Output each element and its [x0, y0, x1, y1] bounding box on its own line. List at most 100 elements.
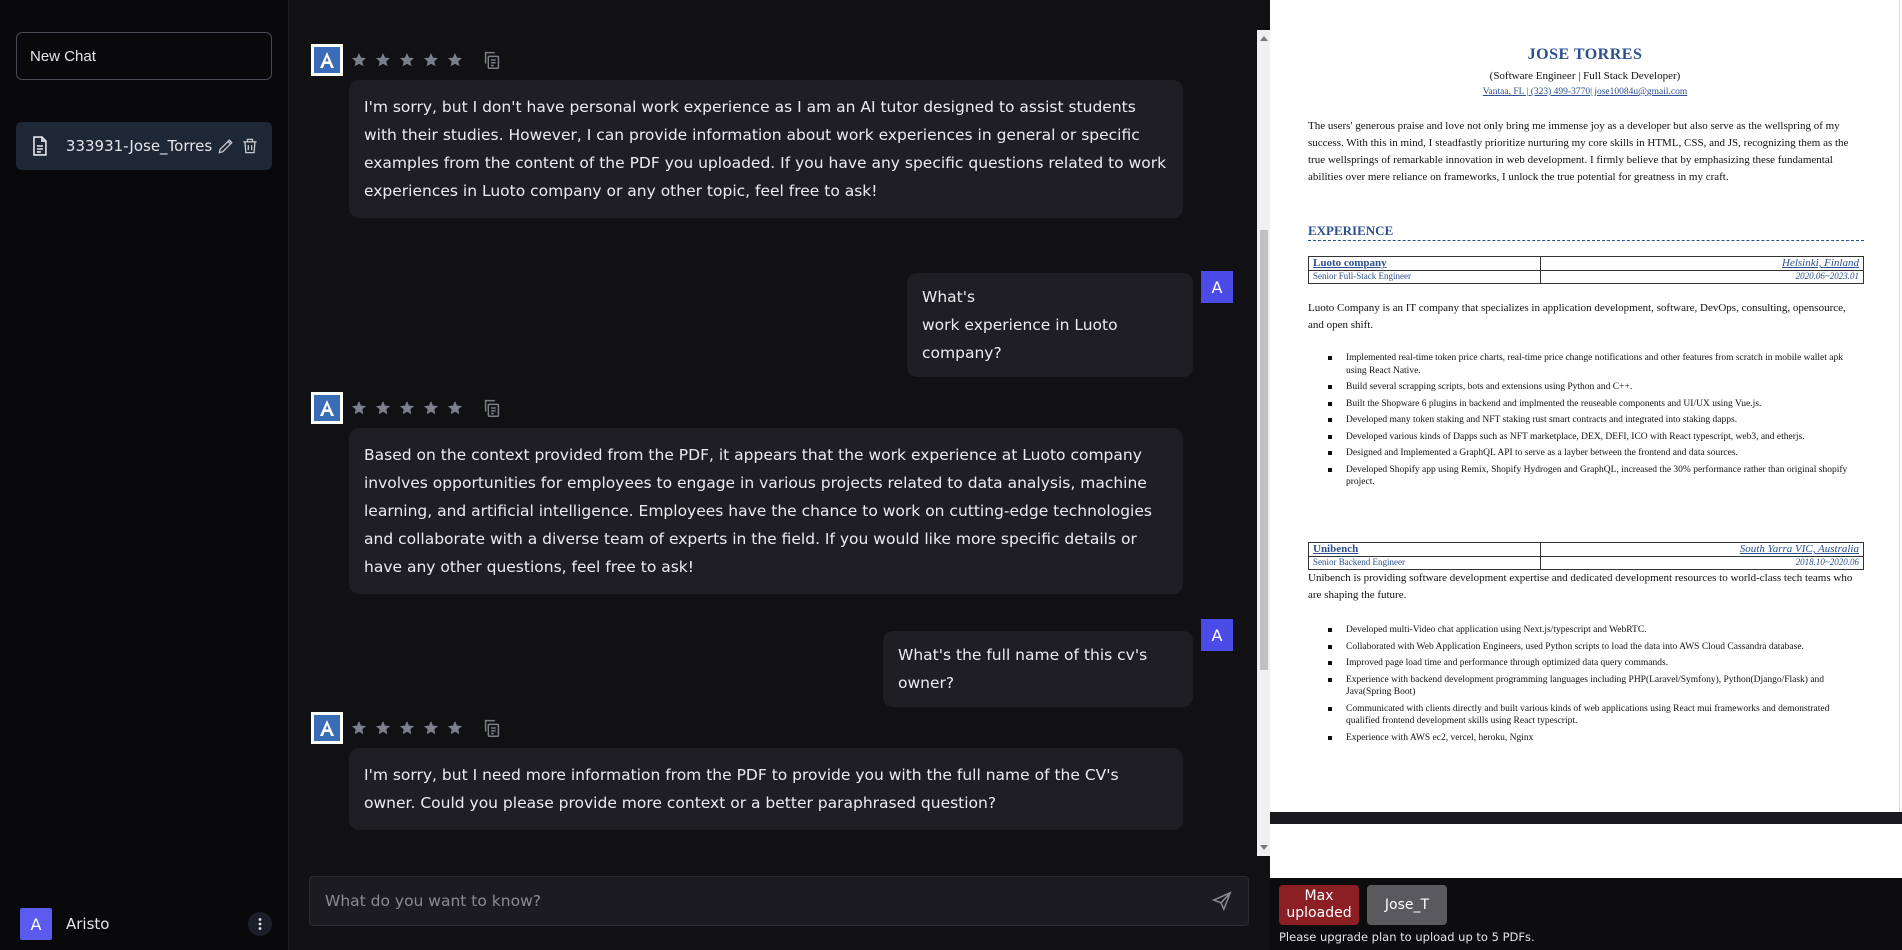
- star-icon[interactable]: [423, 52, 439, 68]
- cv-contact[interactable]: Vantaa, FL | (323) 499-3770| jose10084u@…: [1270, 87, 1900, 97]
- pdf-page: JOSE TORRES (Software Engineer | Full St…: [1270, 0, 1900, 812]
- bot-message-header: [311, 44, 503, 76]
- scroll-up-arrow[interactable]: [1260, 36, 1268, 41]
- job-dates: 2020.06~2023.01: [1795, 271, 1859, 281]
- job-bullet: Designed and Implemented a GraphQL API t…: [1328, 447, 1862, 460]
- cv-role: (Software Engineer | Full Stack Develope…: [1489, 70, 1681, 82]
- star-icon[interactable]: [423, 720, 439, 736]
- star-icon[interactable]: [423, 400, 439, 416]
- pdf-panel: JOSE TORRES (Software Engineer | Full St…: [1270, 0, 1902, 950]
- question-input[interactable]: [325, 892, 1211, 910]
- job-bullet: Implemented real-time token price charts…: [1328, 352, 1862, 377]
- chat-input-bar: [309, 876, 1249, 926]
- bot-avatar: [311, 392, 343, 424]
- job-bullets: Implemented real-time token price charts…: [1328, 352, 1862, 493]
- edit-icon[interactable]: [216, 136, 236, 156]
- star-icon[interactable]: [447, 720, 463, 736]
- sidebar: New Chat 333931-Jose_Torres A Aristo: [0, 0, 288, 950]
- copy-icon[interactable]: [481, 717, 503, 739]
- star-icon[interactable]: [375, 52, 391, 68]
- trash-icon[interactable]: [240, 136, 260, 156]
- bot-avatar: [311, 712, 343, 744]
- job-bullet: Built the Shopware 6 plugins in backend …: [1328, 398, 1862, 411]
- upgrade-note: Please upgrade plan to upload up to 5 PD…: [1279, 930, 1535, 944]
- job-company[interactable]: Luoto company: [1313, 257, 1387, 269]
- rating-stars[interactable]: [351, 52, 471, 68]
- rating-stars[interactable]: [351, 720, 471, 736]
- user-message-line: What's: [922, 288, 976, 306]
- job-bullet: Developed multi-Video chat application u…: [1328, 624, 1862, 637]
- job-title: Senior Backend Engineer: [1309, 557, 1541, 569]
- job-dates: 2018.10~2020.06: [1795, 557, 1859, 567]
- send-icon[interactable]: [1211, 890, 1233, 912]
- rating-stars[interactable]: [351, 400, 471, 416]
- pdf-page-separator: [1270, 812, 1902, 824]
- star-icon[interactable]: [351, 52, 367, 68]
- job-bullet: Experience with backend development prog…: [1328, 674, 1862, 699]
- copy-icon[interactable]: [481, 397, 503, 419]
- chat-scrollbar[interactable]: [1257, 30, 1271, 856]
- star-icon[interactable]: [447, 52, 463, 68]
- scrollbar-thumb[interactable]: [1260, 230, 1268, 670]
- user-avatar: A: [20, 908, 52, 940]
- star-icon[interactable]: [351, 720, 367, 736]
- document-icon: [33, 136, 47, 156]
- job-bullet: Improved page load time and performance …: [1328, 657, 1862, 670]
- job-bullet: Build several scrapping scripts, bots an…: [1328, 381, 1862, 394]
- user-message-bubble: What's work experience in Luoto company?: [907, 273, 1193, 377]
- star-icon[interactable]: [447, 400, 463, 416]
- star-icon[interactable]: [351, 400, 367, 416]
- star-icon[interactable]: [375, 720, 391, 736]
- cv-name: JOSE TORRES: [1527, 46, 1643, 63]
- app-root: New Chat 333931-Jose_Torres A Aristo I'm…: [0, 0, 1902, 950]
- bot-logo-icon: [320, 720, 334, 736]
- chat-item-label: 333931-Jose_Torres: [65, 137, 213, 155]
- user-profile[interactable]: A Aristo: [20, 908, 272, 940]
- bot-logo-icon: [320, 400, 334, 416]
- scroll-down-arrow[interactable]: [1260, 845, 1268, 850]
- job-bullet: Developed various kinds of Dapps such as…: [1328, 431, 1862, 444]
- job-header-table: Unibench South Yarra VIC, Australia Seni…: [1308, 542, 1864, 570]
- more-options-button[interactable]: [248, 912, 272, 936]
- user-message-line: work experience in Luoto company?: [922, 316, 1118, 362]
- job-bullet: Communicated with clients directly and b…: [1328, 703, 1862, 728]
- job-location[interactable]: Helsinki, Finland: [1782, 257, 1859, 269]
- bot-message-header: [311, 392, 503, 424]
- bot-message-header: [311, 712, 503, 744]
- job-bullet: Experience with AWS ec2, vercel, heroku,…: [1328, 732, 1862, 745]
- job-header-table: Luoto company Helsinki, Finland Senior F…: [1308, 256, 1864, 284]
- job-bullet: Developed many token staking and NFT sta…: [1328, 414, 1862, 427]
- job-title: Senior Full-Stack Engineer: [1309, 271, 1541, 283]
- pdf-footer: Max uploaded Jose_T Please upgrade plan …: [1270, 878, 1902, 950]
- star-icon[interactable]: [375, 400, 391, 416]
- copy-icon[interactable]: [481, 49, 503, 71]
- user-name: Aristo: [66, 915, 110, 933]
- cv-section-experience: EXPERIENCE: [1308, 223, 1864, 241]
- job-bullets: Developed multi-Video chat application u…: [1328, 624, 1862, 748]
- cv-summary: The users' generous praise and love not …: [1308, 120, 1849, 183]
- job-description: Luoto Company is an IT company that spec…: [1308, 302, 1846, 331]
- user-message-avatar: A: [1201, 271, 1233, 303]
- job-location[interactable]: South Yarra VIC, Australia: [1740, 543, 1859, 555]
- bot-logo-icon: [320, 52, 334, 68]
- star-icon[interactable]: [399, 52, 415, 68]
- max-uploaded-button[interactable]: Max uploaded: [1279, 885, 1359, 925]
- star-icon[interactable]: [399, 400, 415, 416]
- user-message-avatar: A: [1201, 619, 1233, 651]
- user-message-bubble: What's the full name of this cv's owner?: [883, 631, 1193, 707]
- job-description: Unibench is providing software developme…: [1308, 572, 1853, 601]
- pdf-next-page: [1270, 824, 1902, 878]
- bot-message-bubble: I'm sorry, but I need more information f…: [349, 748, 1183, 830]
- sidebar-chat-item[interactable]: 333931-Jose_Torres: [16, 122, 272, 170]
- bot-avatar: [311, 44, 343, 76]
- job-bullet: Developed Shopify app using Remix, Shopi…: [1328, 464, 1862, 489]
- message-list: I'm sorry, but I don't have personal wor…: [289, 0, 1257, 856]
- bot-message-bubble: I'm sorry, but I don't have personal wor…: [349, 80, 1183, 218]
- pdf-tab-button[interactable]: Jose_T: [1367, 885, 1447, 925]
- job-bullet: Collaborated with Web Application Engine…: [1328, 641, 1862, 654]
- new-chat-button[interactable]: New Chat: [16, 32, 272, 80]
- job-company[interactable]: Unibench: [1313, 543, 1358, 555]
- chat-panel: I'm sorry, but I don't have personal wor…: [288, 0, 1271, 950]
- pdf-viewer[interactable]: JOSE TORRES (Software Engineer | Full St…: [1270, 0, 1902, 878]
- star-icon[interactable]: [399, 720, 415, 736]
